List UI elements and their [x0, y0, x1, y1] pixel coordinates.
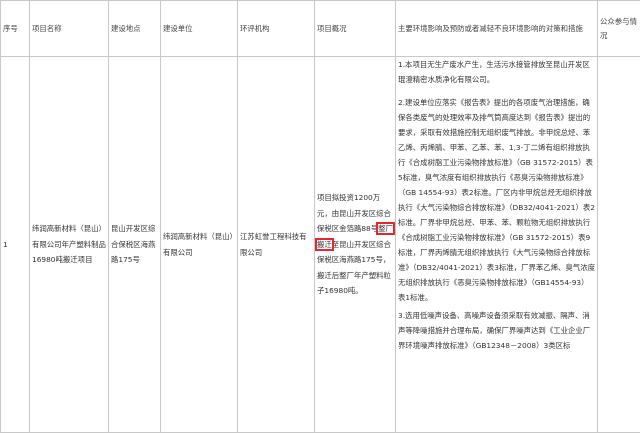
header-measures: 主要环境影响及预防或者减轻不良环境影响的对策和措施	[396, 1, 598, 57]
header-name: 项目名称	[30, 1, 109, 57]
table-row: 1 纬润高新材料（昆山）有限公司年产塑料制品16980吨搬迁项目 昆山开发区综合…	[1, 57, 640, 433]
header-location: 建设地点	[109, 1, 161, 57]
header-unit: 建设单位	[161, 1, 238, 57]
cell-measures: 1.本项目无生产废水产生，生活污水接管排放至昆山开发区琨澄精密水质净化有限公司。…	[396, 57, 598, 433]
header-summary: 项目概况	[315, 1, 396, 57]
header-row: 序号 项目名称 建设地点 建设单位 环评机构 项目概况 主要环境影响及预防或者减…	[1, 1, 640, 57]
cell-summary: 项目拟投资1200万元，由昆山开发区综合保税区金箔路88号整厂搬迁至昆山开发区综…	[315, 57, 396, 433]
measure-item: 2.建设单位应落实《报告表》提出的各项废气治理措施，确保各类废气的处理效率及排气…	[398, 95, 595, 305]
cell-seq: 1	[1, 57, 30, 433]
header-seq: 序号	[1, 1, 30, 57]
header-agency: 环评机构	[238, 1, 315, 57]
measure-item: 3.选用低噪声设备、高噪声设备须采取有效减振、隔声、消声等降噪措施并合理布局，确…	[398, 308, 595, 353]
cell-unit: 纬润高新材料（昆山）有限公司	[161, 57, 238, 433]
cell-agency: 江苏虹誉工程科技有限公司	[238, 57, 315, 433]
cell-location: 昆山开发区综合保税区海燕路175号	[109, 57, 161, 433]
project-table: 序号 项目名称 建设地点 建设单位 环评机构 项目概况 主要环境影响及预防或者减…	[0, 0, 640, 433]
header-publicity: 公众参与情况	[598, 1, 640, 57]
cell-project-name: 纬润高新材料（昆山）有限公司年产塑料制品16980吨搬迁项目	[30, 57, 109, 433]
cell-publicity	[598, 57, 640, 433]
measure-item: 1.本项目无生产废水产生，生活污水接管排放至昆山开发区琨澄精密水质净化有限公司。	[398, 57, 595, 87]
